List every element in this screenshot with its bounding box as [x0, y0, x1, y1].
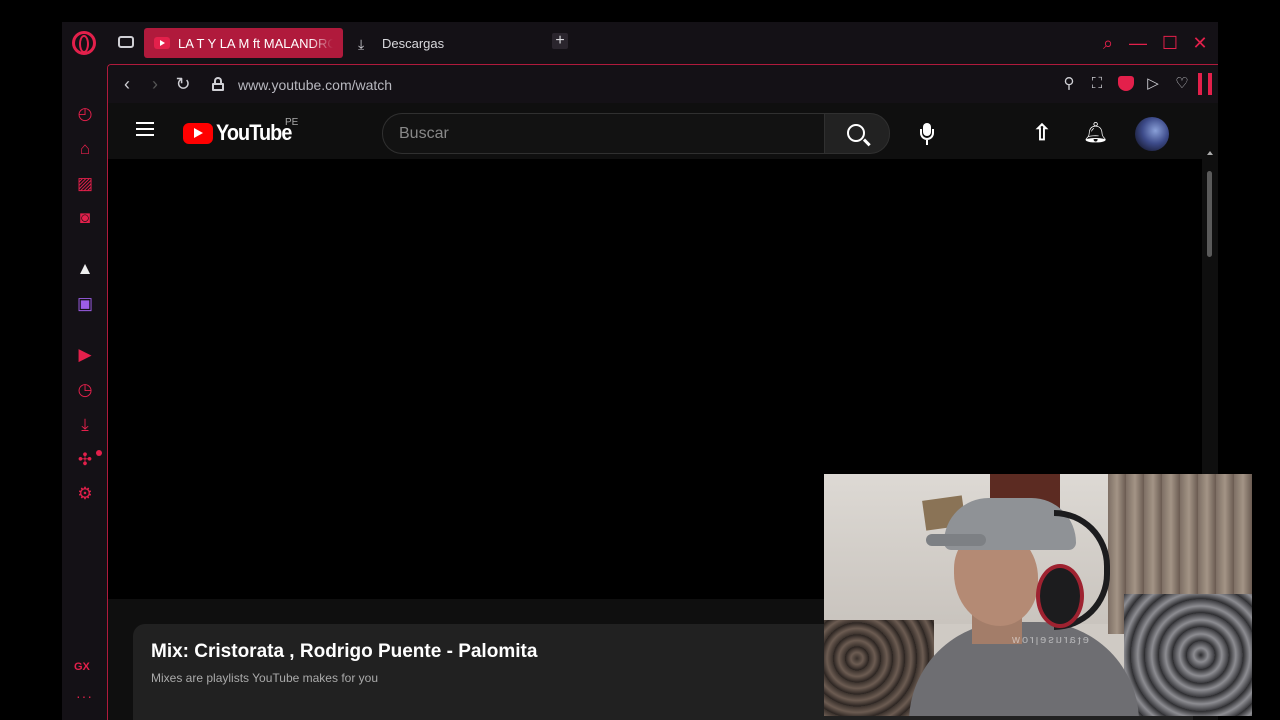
mix-subtitle: Mixes are playlists YouTube makes for yo…: [151, 671, 378, 685]
search-input[interactable]: [399, 122, 799, 146]
shopping-icon[interactable]: ⌂: [75, 139, 95, 159]
reload-icon[interactable]: ↻: [173, 74, 193, 94]
upload-icon[interactable]: ⇧: [1032, 122, 1052, 145]
extensions-icon[interactable]: ✣: [75, 450, 95, 470]
more-icon[interactable]: ···: [76, 688, 93, 704]
lock-icon[interactable]: [212, 77, 224, 91]
notifications-bell-icon[interactable]: 🔔︎: [1083, 123, 1108, 145]
tab-youtube-active[interactable]: LA T Y LA M ft MALANDROS: [144, 28, 343, 58]
twitch-icon[interactable]: ▣: [75, 294, 95, 314]
close-button[interactable]: ✕: [1190, 33, 1210, 53]
menu-icon[interactable]: [136, 122, 154, 136]
youtube-favicon-icon: [154, 37, 170, 49]
scrollbar-thumb[interactable]: [1207, 171, 1212, 257]
settings-icon[interactable]: ⚙: [75, 484, 95, 504]
notification-dot: [96, 450, 102, 456]
person-cap-brim: [926, 534, 986, 546]
screen: LA T Y LA M ft MALANDROS ⤓ Descargas + ⌕…: [0, 0, 1280, 720]
headphone-icon: [1036, 564, 1084, 628]
gx-corner-button[interactable]: GX: [74, 661, 90, 673]
search-icon: [847, 124, 865, 142]
search-button[interactable]: [824, 113, 890, 154]
avatar[interactable]: [1135, 117, 1169, 151]
gamepad-icon[interactable]: [118, 36, 134, 48]
search-box: [382, 113, 824, 154]
pin-icon[interactable]: ⚲: [1060, 75, 1078, 93]
speed-dial-icon[interactable]: ◴: [75, 104, 95, 124]
no-video-icon[interactable]: ▨: [75, 174, 95, 194]
tab-bar: LA T Y LA M ft MALANDROS ⤓ Descargas + ⌕…: [62, 22, 1218, 64]
back-button[interactable]: ‹: [117, 74, 137, 94]
heart-icon[interactable]: ♡: [1173, 75, 1191, 93]
app-icon[interactable]: ▲: [75, 259, 95, 279]
tab-title: Descargas: [382, 36, 445, 51]
youtube-wordmark[interactable]: YouTube: [216, 120, 292, 146]
send-icon[interactable]: ▷: [1144, 75, 1162, 93]
opera-gx-logo-icon[interactable]: [72, 31, 96, 55]
address-bar: ‹ › ↻ www.youtube.com/watch ⚲ ⛶ ▷ ♡: [108, 65, 1218, 103]
extension-indicator: [1198, 73, 1202, 95]
url-field[interactable]: www.youtube.com/watch: [238, 77, 392, 93]
new-tab-button[interactable]: +: [552, 33, 568, 49]
maximize-button[interactable]: ☐: [1160, 33, 1180, 53]
youtube-header: YouTube PE ⇧ 🔔︎: [108, 103, 1218, 159]
mirrored-watermark: ʍoɹlǝsnɹɐʇǝ: [1012, 634, 1091, 646]
pocket-icon[interactable]: [1118, 76, 1134, 91]
snapshot-icon[interactable]: ⛶: [1088, 75, 1106, 93]
downloads-icon[interactable]: ⤓: [75, 415, 95, 435]
forward-button[interactable]: ›: [145, 74, 165, 94]
webcam-overlay: ʍoɹlǝsnɹɐʇǝ: [824, 474, 1252, 716]
country-code: PE: [285, 117, 299, 128]
tab-title: LA T Y LA M ft MALANDROS: [178, 36, 333, 51]
history-icon[interactable]: ◷: [75, 380, 95, 400]
sofa: [1124, 594, 1252, 716]
youtube-logo-icon[interactable]: [183, 123, 213, 144]
scrollbar[interactable]: [1202, 159, 1218, 499]
mix-title[interactable]: Mix: Cristorata , Rodrigo Puente - Palom…: [151, 641, 537, 663]
sidebar: ◴ ⌂ ▨ ◙ ▲ ▣ ▶ ◷ ⤓ ✣ ⚙ GX ···: [62, 64, 108, 720]
messenger-icon[interactable]: ◙: [75, 208, 95, 228]
search-tabs-icon[interactable]: ⌕: [1098, 33, 1118, 53]
scroll-up-arrow-icon[interactable]: [1207, 151, 1213, 155]
extension-indicator: [1208, 73, 1212, 95]
download-icon: ⤓: [358, 36, 365, 52]
microphone-icon[interactable]: [920, 123, 934, 145]
minimize-button[interactable]: —: [1128, 33, 1148, 53]
player-icon[interactable]: ▶: [75, 345, 95, 365]
